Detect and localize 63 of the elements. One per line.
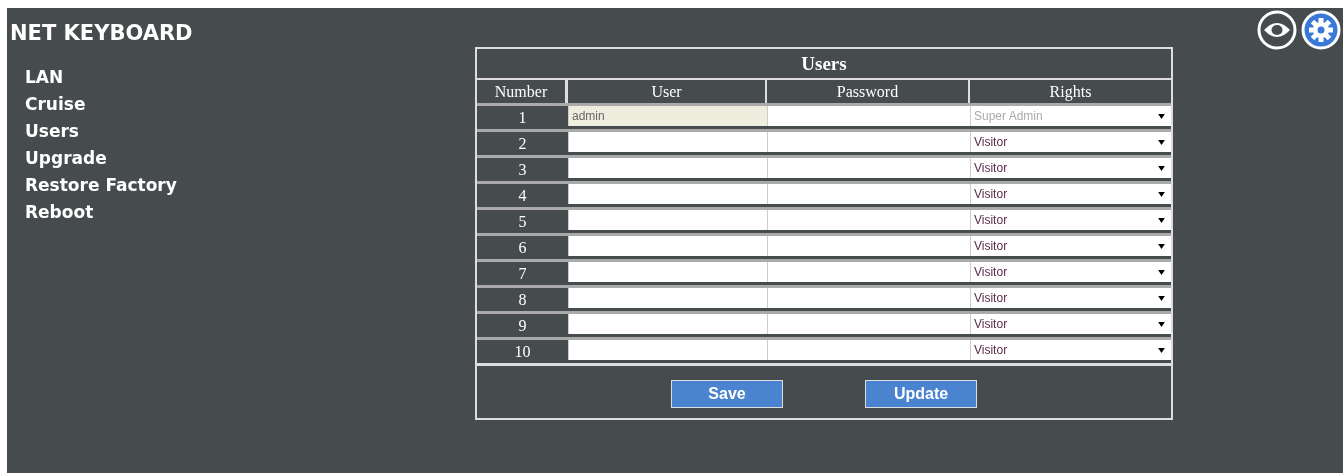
- sidebar-item[interactable]: LAN: [25, 66, 64, 88]
- user-field[interactable]: [568, 262, 767, 282]
- rights-dropdown[interactable]: Visitor: [970, 184, 1171, 204]
- user-field[interactable]: [568, 158, 767, 178]
- update-button[interactable]: Update: [865, 380, 977, 408]
- caret-icon: [1158, 191, 1165, 197]
- user-field[interactable]: [568, 132, 767, 152]
- user-field[interactable]: [568, 288, 767, 308]
- row-number: 6: [517, 238, 528, 258]
- column-header: Rights: [1048, 82, 1093, 103]
- save-button[interactable]: Save: [671, 380, 783, 408]
- rights-dropdown[interactable]: Visitor: [970, 158, 1171, 178]
- user-field[interactable]: [568, 210, 767, 230]
- caret-icon: [1158, 243, 1165, 249]
- caret-icon: [1158, 139, 1165, 145]
- caret-icon: [1158, 165, 1165, 171]
- column-header: Number: [477, 80, 568, 103]
- user-field[interactable]: [568, 184, 767, 204]
- sidebar-item[interactable]: Restore Factory: [25, 174, 177, 196]
- row-number: 9: [517, 316, 528, 336]
- row-number: 5: [517, 212, 528, 232]
- rights-dropdown[interactable]: Visitor: [970, 340, 1171, 360]
- password-field[interactable]: [767, 132, 970, 152]
- password-field[interactable]: [767, 236, 970, 256]
- settings-icon[interactable]: [1301, 10, 1341, 50]
- caret-icon: [1158, 295, 1165, 301]
- row-number: 7: [517, 264, 528, 284]
- rights-dropdown[interactable]: Visitor: [970, 288, 1171, 308]
- column-header: User: [568, 80, 767, 103]
- sidebar-item[interactable]: Cruise: [25, 93, 86, 115]
- row-number: 8: [517, 290, 528, 310]
- user-field[interactable]: [568, 314, 767, 334]
- rights-dropdown[interactable]: Visitor: [970, 314, 1171, 334]
- caret-icon: [1158, 269, 1165, 275]
- row-number: 4: [517, 186, 528, 206]
- sidebar-item[interactable]: Upgrade: [25, 147, 107, 169]
- caret-icon: [1158, 321, 1165, 327]
- caret-icon: [1158, 347, 1165, 353]
- row-number: 3: [517, 160, 528, 180]
- sidebar-item[interactable]: Reboot: [25, 201, 94, 223]
- user-field[interactable]: [568, 236, 767, 256]
- rights-dropdown[interactable]: Visitor: [970, 210, 1171, 230]
- password-field[interactable]: [767, 184, 970, 204]
- app-title: NET KEYBOARD: [10, 21, 193, 45]
- row-number: 2: [517, 134, 528, 154]
- sidebar-item[interactable]: Users: [25, 120, 79, 142]
- password-field[interactable]: [767, 314, 970, 334]
- rights-dropdown[interactable]: Visitor: [970, 236, 1171, 256]
- rights-dropdown[interactable]: Visitor: [970, 132, 1171, 152]
- user-field[interactable]: [568, 340, 767, 360]
- password-field[interactable]: [767, 288, 970, 308]
- password-field[interactable]: [767, 158, 970, 178]
- password-field[interactable]: [767, 262, 970, 282]
- row-number: 1: [517, 108, 528, 128]
- caret-icon: [1158, 113, 1165, 119]
- password-field[interactable]: [767, 340, 970, 360]
- rights-dropdown[interactable]: Visitor: [970, 262, 1171, 282]
- row-number: 10: [513, 342, 532, 362]
- column-header: Password: [767, 80, 970, 103]
- caret-icon: [1158, 217, 1165, 223]
- table-title: Users: [477, 49, 1171, 80]
- password-field[interactable]: [767, 210, 970, 230]
- eye-icon[interactable]: [1257, 10, 1297, 50]
